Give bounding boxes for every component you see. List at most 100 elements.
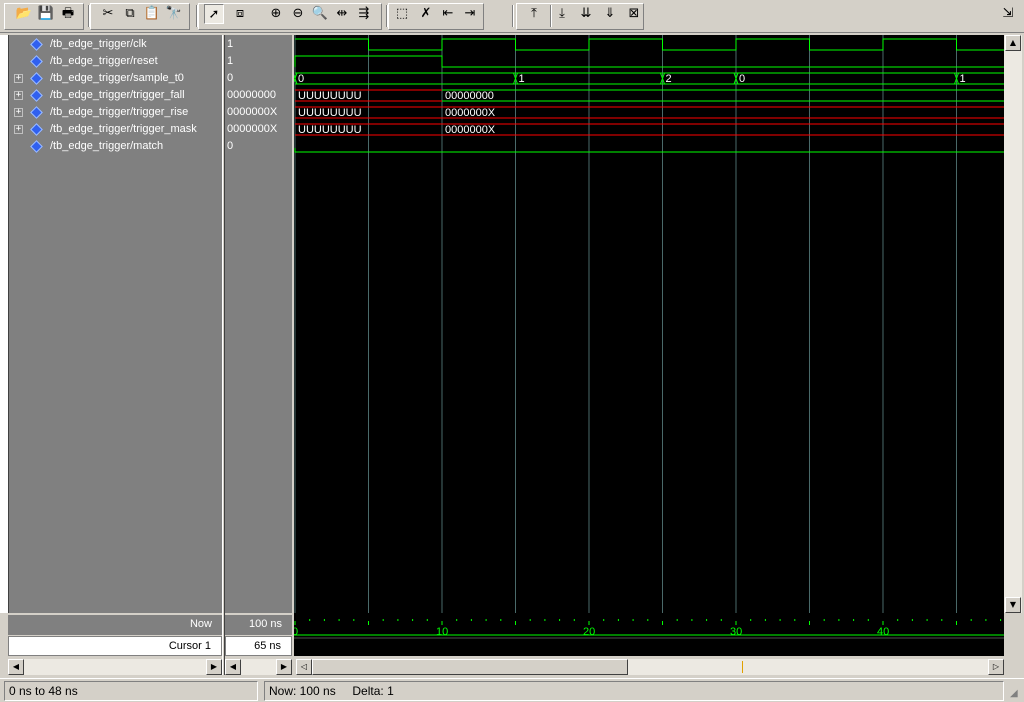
signal-name: /tb_edge_trigger/clk	[50, 38, 147, 50]
zoom-in-icon[interactable]: ⊕	[266, 4, 286, 24]
bus-value-label: 1	[959, 73, 965, 85]
scroll-right-icon[interactable]: ▶	[276, 659, 292, 675]
zoom-out-icon[interactable]: ⊖	[288, 4, 308, 24]
zoom-range-icon[interactable]: ⇶	[354, 4, 374, 24]
dock-icon[interactable]: ⇲	[998, 4, 1018, 24]
bus-value-label: 0000000X	[445, 124, 496, 136]
pane-border	[0, 35, 8, 613]
signal-diamond-icon	[30, 89, 43, 102]
bus-value-label: 00000000	[445, 90, 494, 102]
copy-icon[interactable]: ⧉	[120, 4, 140, 24]
vertical-scrollbar[interactable]: ▲ ▼	[1004, 35, 1022, 613]
now-label: Now	[189, 618, 212, 630]
select-mode-icon[interactable]: ➚	[204, 4, 224, 24]
waveform-pane[interactable]: 0 1 2 0 1 UUUUUUUU 00000000 UUUUUUUU 0000000X UUU…	[294, 35, 1004, 613]
signal-row[interactable]: + /tb_edge_trigger/sample_t0	[9, 70, 223, 87]
open-icon[interactable]: 📂	[14, 4, 34, 24]
waveform-hscrollbar[interactable]: ◁ ▷	[296, 659, 1004, 675]
waveform-canvas[interactable]: 0 1 2 0 1 UUUUUUUU 00000000 UUUUUUUU 0000000X UUU…	[294, 35, 1004, 613]
print-icon[interactable]: 🖶	[58, 4, 78, 24]
signal-name: /tb_edge_trigger/sample_t0	[50, 72, 184, 84]
now-value-cell: 100 ns	[225, 615, 292, 635]
signal-name: /tb_edge_trigger/reset	[50, 55, 158, 67]
values-hscrollbar[interactable]: ◀ ▶	[225, 659, 292, 675]
now-row: Now	[8, 615, 222, 635]
add-cursor-icon[interactable]: ⬚	[392, 4, 412, 24]
find-first-edge-icon[interactable]: ⤒	[524, 4, 544, 24]
signal-name: /tb_edge_trigger/trigger_fall	[50, 89, 185, 101]
scroll-left-icon[interactable]: ◀	[225, 659, 241, 675]
find-prev-edge-icon[interactable]: ⤓	[552, 4, 572, 24]
toolbar-separator	[386, 5, 388, 27]
signal-value: 00000000	[227, 89, 276, 101]
signal-diamond-icon	[30, 123, 43, 136]
signal-name: /tb_edge_trigger/trigger_mask	[50, 123, 197, 135]
signal-row[interactable]: + /tb_edge_trigger/trigger_fall	[9, 87, 223, 104]
signal-row[interactable]: + /tb_edge_trigger/trigger_mask	[9, 121, 223, 138]
axis-tick-label: 40	[877, 626, 889, 638]
signal-value: 0000000X	[227, 106, 278, 118]
cursor-value-cell[interactable]: 65 ns	[225, 636, 292, 656]
scroll-thumb[interactable]	[312, 659, 628, 675]
toolbar-separator	[196, 5, 198, 27]
find-next-edge-icon[interactable]: ⇊	[576, 4, 596, 24]
prev-edge-icon[interactable]: ⇤	[438, 4, 458, 24]
cursor-marker	[742, 661, 743, 673]
cursor-row[interactable]: Cursor 1	[8, 636, 222, 656]
signal-name: /tb_edge_trigger/match	[50, 140, 164, 152]
signal-value: 0000000X	[227, 123, 278, 135]
toolbar-separator	[550, 5, 552, 27]
signal-diamond-icon	[30, 72, 43, 85]
zoom-mode-icon[interactable]: ⧈	[230, 4, 250, 24]
cut-icon[interactable]: ✂	[98, 4, 118, 24]
toolbar-separator	[512, 5, 514, 27]
axis-tick-label: 10	[436, 626, 448, 638]
expand-icon[interactable]: +	[14, 125, 23, 134]
toolbar: 📂 💾 🖶 ✂ ⧉ 📋 🔭 ➚ ⧈ ⊕ ⊖ 🔍 ⇹ ⇶ ⬚ ✗ ⇤ ⇥ ⤒ ⤓ ⇊ ⇓ ⊠ ⇲	[0, 0, 1024, 33]
zoom-cursor-icon[interactable]: ⇹	[332, 4, 352, 24]
paste-icon[interactable]: 📋	[142, 4, 162, 24]
scroll-up-icon[interactable]: ▲	[1005, 35, 1021, 51]
scroll-down-icon[interactable]: ▼	[1005, 597, 1021, 613]
delete-cursor-icon[interactable]: ✗	[416, 4, 436, 24]
signal-names-pane[interactable]: /tb_edge_trigger/clk/tb_edge_trigger/res…	[8, 35, 222, 613]
reset-waveform	[294, 55, 1004, 68]
next-edge-icon[interactable]: ⇥	[460, 4, 480, 24]
scroll-left-icon[interactable]: ◁	[296, 659, 312, 675]
names-hscrollbar[interactable]: ◀ ▶	[8, 659, 222, 675]
signal-row[interactable]: /tb_edge_trigger/clk	[9, 36, 223, 53]
stop-find-icon[interactable]: ⊠	[624, 4, 644, 24]
signal-row[interactable]: /tb_edge_trigger/match	[9, 138, 223, 155]
bus-value-label: UUUUUUUU	[298, 107, 362, 119]
signal-value: 1	[227, 55, 234, 67]
cursor-label: Cursor 1	[168, 640, 211, 652]
now-status-text: Now: 100 ns	[269, 684, 336, 698]
expand-icon[interactable]: +	[14, 108, 23, 117]
bus-value-label: 0	[739, 73, 745, 85]
signal-diamond-icon	[30, 38, 43, 51]
scroll-right-icon[interactable]: ▷	[988, 659, 1004, 675]
bus-value-label: 0	[298, 73, 304, 85]
signal-diamond-icon	[30, 140, 43, 153]
scroll-left-icon[interactable]: ◀	[8, 659, 24, 675]
signal-values-pane[interactable]: 1 1 0 00000000 0000000X 0000000X 0	[225, 35, 292, 613]
find-last-edge-icon[interactable]: ⇓	[600, 4, 620, 24]
expand-icon[interactable]: +	[14, 91, 23, 100]
axis-tick-label: 30	[730, 626, 742, 638]
scroll-right-icon[interactable]: ▶	[206, 659, 222, 675]
cursor-value: 65 ns	[254, 640, 281, 652]
resize-grip-icon[interactable]: ◢	[1010, 688, 1022, 700]
signal-value: 1	[227, 38, 234, 50]
bus-value-label: 2	[665, 73, 671, 85]
bus-value-label: UUUUUUUU	[298, 124, 362, 136]
signal-row[interactable]: /tb_edge_trigger/reset	[9, 53, 223, 70]
clk-waveform	[295, 38, 1004, 51]
signal-row[interactable]: + /tb_edge_trigger/trigger_rise	[9, 104, 223, 121]
expand-icon[interactable]: +	[14, 74, 23, 83]
time-axis[interactable]: 0 10 20 30 40	[292, 613, 1004, 656]
delta-status-text: Delta: 1	[352, 684, 394, 698]
save-icon[interactable]: 💾	[36, 4, 56, 24]
axis-tick-label: 0	[294, 626, 298, 638]
find-icon[interactable]: 🔭	[164, 4, 184, 24]
zoom-full-icon[interactable]: 🔍	[310, 4, 330, 24]
